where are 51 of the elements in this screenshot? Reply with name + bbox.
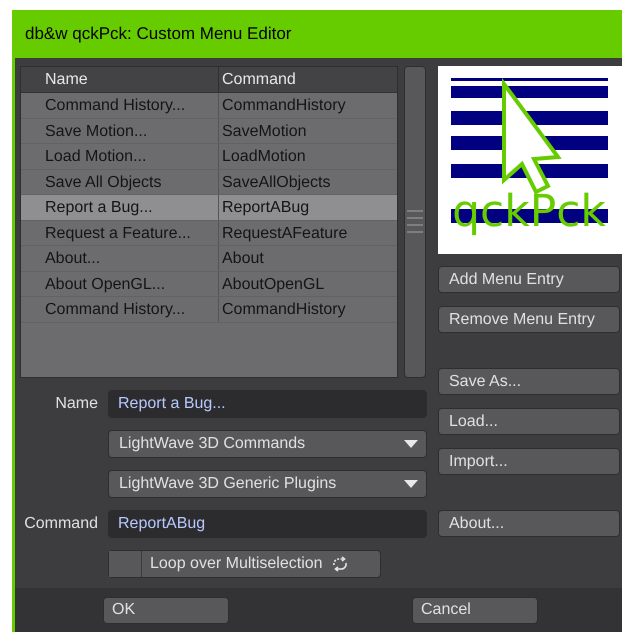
caret-icon (404, 440, 418, 448)
window-title: db&w qckPck: Custom Menu Editor (25, 23, 292, 46)
field-label: Command (23, 514, 99, 534)
column-header: Command (221, 70, 297, 90)
table-cell: Command History... (21, 297, 219, 322)
grip-icon (406, 208, 424, 236)
side-button[interactable]: Save As... (438, 368, 620, 395)
caret-icon (404, 480, 418, 488)
loop-icon (330, 556, 349, 572)
table-row[interactable]: About OpenGL... AboutOpenGL (21, 272, 397, 297)
footer-button[interactable]: OK (103, 596, 229, 624)
table-cell: About OpenGL... (21, 272, 219, 296)
table-cell-text: CommandHistory (221, 96, 347, 116)
table-row[interactable]: Command History... CommandHistory (21, 93, 397, 118)
table-row[interactable]: Load Motion... LoadMotion (21, 144, 397, 170)
table-cell: Load Motion... (21, 144, 219, 168)
text-field[interactable]: ReportABug (108, 510, 427, 538)
table-cell-text: RequestAFeature (221, 224, 348, 244)
scrollbar[interactable] (404, 66, 426, 378)
table-cell-text: LoadMotion (221, 147, 307, 167)
table-cell: Save Motion... (21, 118, 219, 143)
column-header: Name (21, 67, 219, 92)
table-row[interactable]: Save Motion... SaveMotion (21, 118, 397, 144)
table-cell-text: ReportABug (221, 198, 310, 218)
table-cell: Save All Objects (21, 170, 219, 194)
side-button[interactable]: Import... (438, 448, 620, 475)
side-button[interactable]: About... (438, 510, 620, 537)
side-button[interactable]: Remove Menu Entry (438, 306, 620, 333)
checkbox-toggle[interactable]: Loop over Multiselection (108, 550, 381, 578)
table-row[interactable]: Report a Bug... ReportABug (21, 195, 397, 220)
table-cell-text: SaveMotion (221, 122, 308, 142)
footer-button[interactable]: Cancel (412, 596, 538, 624)
dropdown[interactable]: LightWave 3D Commands (108, 430, 427, 458)
table-cell: Command History... (21, 93, 219, 118)
text-field[interactable]: Report a Bug... (108, 390, 427, 418)
table-row[interactable]: Command History... CommandHistory (21, 297, 397, 322)
table-row[interactable]: Request a Feature... RequestAFeature (21, 220, 397, 246)
table-row[interactable]: Save All Objects SaveAllObjects (21, 170, 397, 195)
table-cell-text: SaveAllObjects (221, 172, 332, 192)
table-cell: Report a Bug... (21, 195, 219, 220)
table-cell: Request a Feature... (21, 220, 219, 245)
field-label: Name (54, 394, 99, 414)
side-button[interactable]: Load... (438, 408, 620, 435)
table-row[interactable]: About... About (21, 246, 397, 272)
table-cell-text: AboutOpenGL (221, 274, 326, 294)
table-cell: About... (21, 246, 219, 270)
dropdown[interactable]: LightWave 3D Generic Plugins (108, 470, 427, 498)
table-cell-text: CommandHistory (221, 300, 347, 320)
side-button[interactable]: Add Menu Entry (438, 266, 620, 293)
table-cell-text: About (221, 249, 265, 269)
checkbox[interactable] (109, 551, 142, 577)
